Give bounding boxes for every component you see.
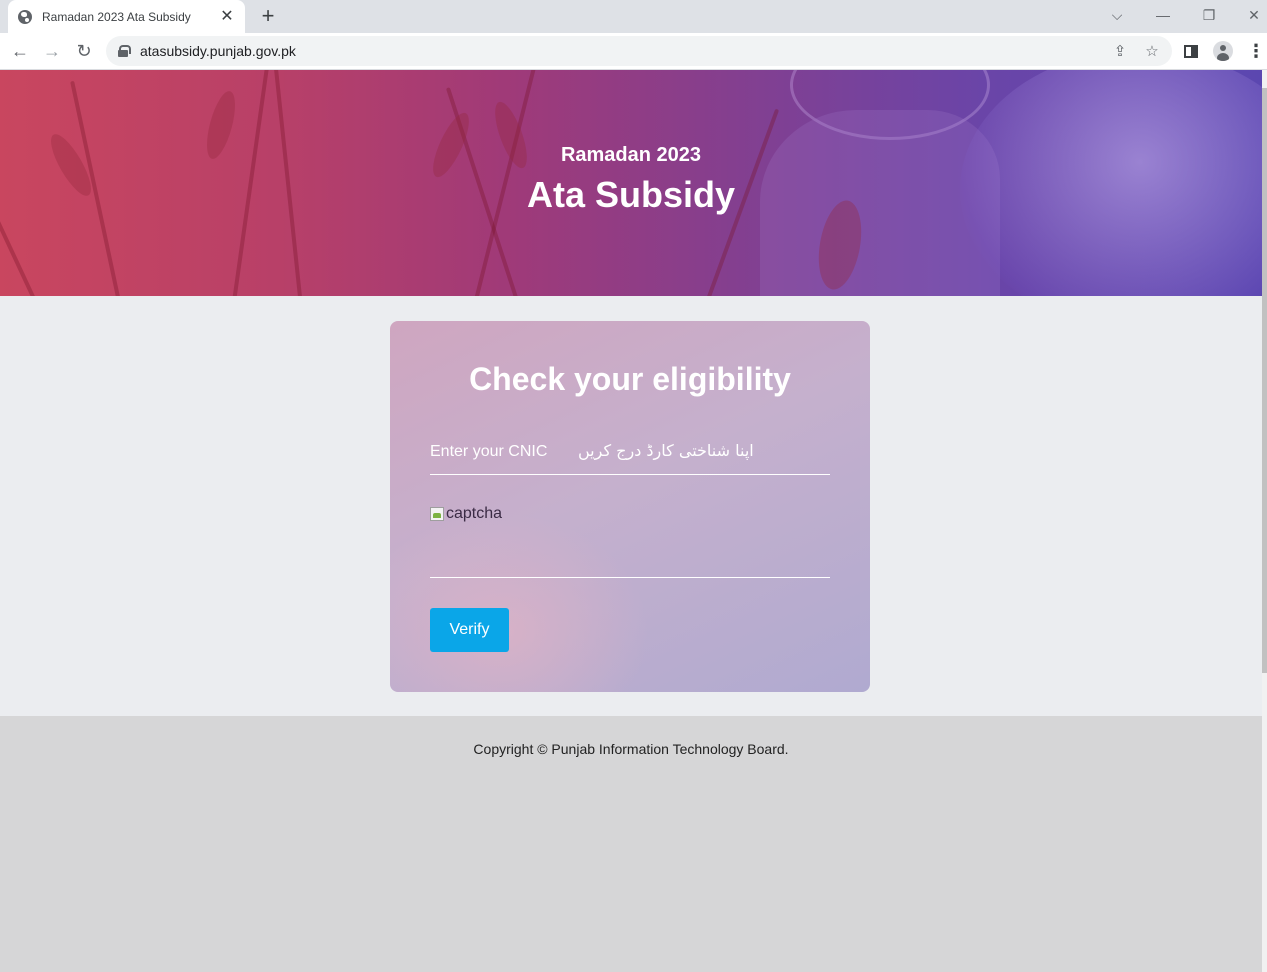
minimize-button[interactable]: — [1143,0,1183,30]
browser-toolbar: ← → ↻ atasubsidy.punjab.gov.pk ⇪ ☆ ⋮ [0,33,1267,70]
forward-button[interactable]: → [39,38,65,64]
captcha-field-group[interactable]: captcha [430,501,830,578]
captcha-image: captcha [430,505,502,523]
new-tab-button[interactable]: + [256,4,280,28]
tab-title: Ramadan 2023 Ata Subsidy [42,9,191,24]
copyright-text: Copyright © Punjab Information Technolog… [473,741,789,757]
side-panel-icon [1184,44,1198,58]
verify-button[interactable]: Verify [430,608,509,652]
captcha-alt-text: captcha [446,505,503,522]
url-text[interactable]: atasubsidy.punjab.gov.pk [140,43,296,59]
browser-tab-active[interactable]: Ramadan 2023 Ata Subsidy ✕ [8,0,245,33]
hero-banner: Ramadan 2023 Ata Subsidy [0,70,1262,296]
kebab-menu-icon: ⋮ [1247,40,1265,61]
page-viewport: Ramadan 2023 Ata Subsidy Check your elig… [0,70,1262,972]
avatar-icon [1213,41,1233,61]
reload-button[interactable]: ↻ [71,38,97,64]
page-scrollbar[interactable] [1262,70,1267,972]
browser-menu-button[interactable]: ⋮ [1243,38,1267,64]
eligibility-card: Check your eligibility Enter your CNIC ا… [390,321,870,692]
banner-subtitle: Ramadan 2023 [560,144,702,166]
lock-icon[interactable] [118,45,131,57]
banner-heading: Ramadan 2023 Ata Subsidy [0,70,1262,296]
address-bar[interactable]: atasubsidy.punjab.gov.pk ⇪ ☆ [106,36,1172,66]
scrollbar-thumb[interactable] [1262,88,1267,673]
form-title: Check your eligibility [469,361,791,397]
back-button[interactable]: ← [7,38,33,64]
broken-image-icon [430,507,444,521]
banner-title: Ata Subsidy [526,174,736,215]
cnic-input[interactable] [430,429,830,475]
window-close-button[interactable]: ✕ [1234,0,1267,30]
cnic-field-group: Enter your CNIC اپنا شناختی کارڈ درج کری… [430,429,830,475]
profile-button[interactable] [1210,38,1236,64]
globe-icon [18,9,32,24]
browser-tabstrip: Ramadan 2023 Ata Subsidy ✕ + ⌵ — ❐ ✕ [0,0,1267,33]
share-icon[interactable]: ⇪ [1109,40,1131,62]
bookmark-star-icon[interactable]: ☆ [1141,40,1163,62]
restore-button[interactable]: ❐ [1189,0,1229,30]
tab-search-icon[interactable]: ⌵ [1097,0,1137,30]
page-footer: Copyright © Punjab Information Technolog… [0,716,1262,972]
close-tab-icon[interactable]: ✕ [219,8,235,25]
side-panel-button[interactable] [1178,38,1204,64]
